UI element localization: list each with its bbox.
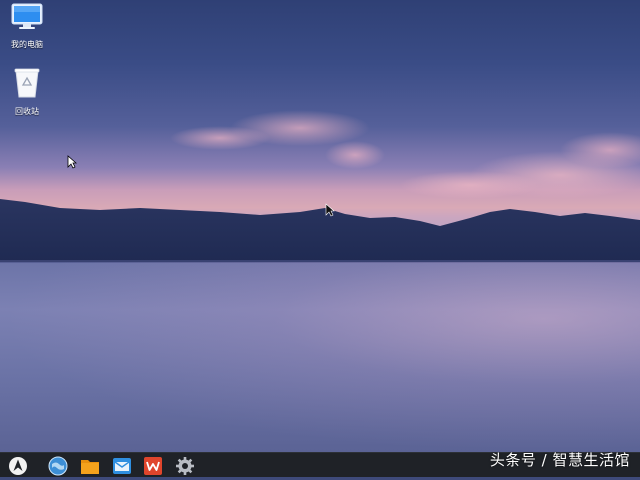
my-computer-label: 我的电脑 (11, 40, 43, 49)
desktop-wallpaper: 我的电脑 回收站 (0, 0, 640, 452)
file-manager-icon (81, 460, 99, 474)
taskbar-wps-button[interactable] (143, 456, 163, 476)
lake-reflection-glow (0, 262, 640, 452)
desktop-icon-recycle-bin[interactable]: 回收站 (0, 67, 57, 117)
mail-icon (113, 458, 131, 474)
start-menu-button[interactable] (8, 456, 28, 476)
taskbar-mail-button[interactable] (112, 456, 132, 476)
mouse-cursor-icon (67, 155, 77, 169)
watermark-text: 头条号 / 智慧生活馆 (489, 451, 630, 469)
taskbar-browser-button[interactable] (48, 456, 68, 476)
taskbar-file-manager-button[interactable] (80, 456, 100, 476)
browser-icon (48, 456, 68, 476)
recycle-bin-label: 回收站 (15, 107, 39, 116)
settings-gear-icon (176, 457, 194, 475)
start-menu-icon (9, 457, 27, 475)
recycle-bin-icon (14, 68, 40, 98)
wps-office-icon (144, 457, 162, 475)
taskbar-settings-button[interactable] (175, 456, 195, 476)
desktop-icon-my-computer[interactable]: 我的电脑 (0, 2, 57, 50)
computer-icon (11, 3, 43, 29)
mouse-cursor-icon (325, 203, 335, 217)
